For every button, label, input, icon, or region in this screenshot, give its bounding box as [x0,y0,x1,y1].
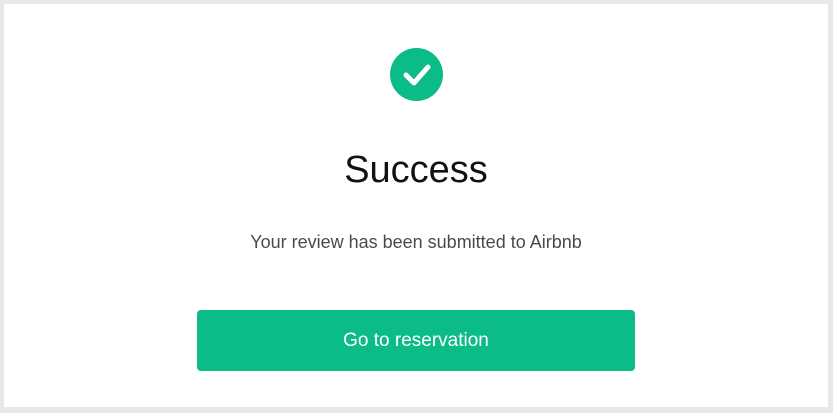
checkmark-icon [403,64,430,85]
success-message: Your review has been submitted to Airbnb [250,232,582,252]
go-to-reservation-button[interactable]: Go to reservation [197,310,635,371]
success-card: Success Your review has been submitted t… [4,4,828,407]
check-circle-icon [390,48,443,101]
page-title: Success [344,149,488,191]
